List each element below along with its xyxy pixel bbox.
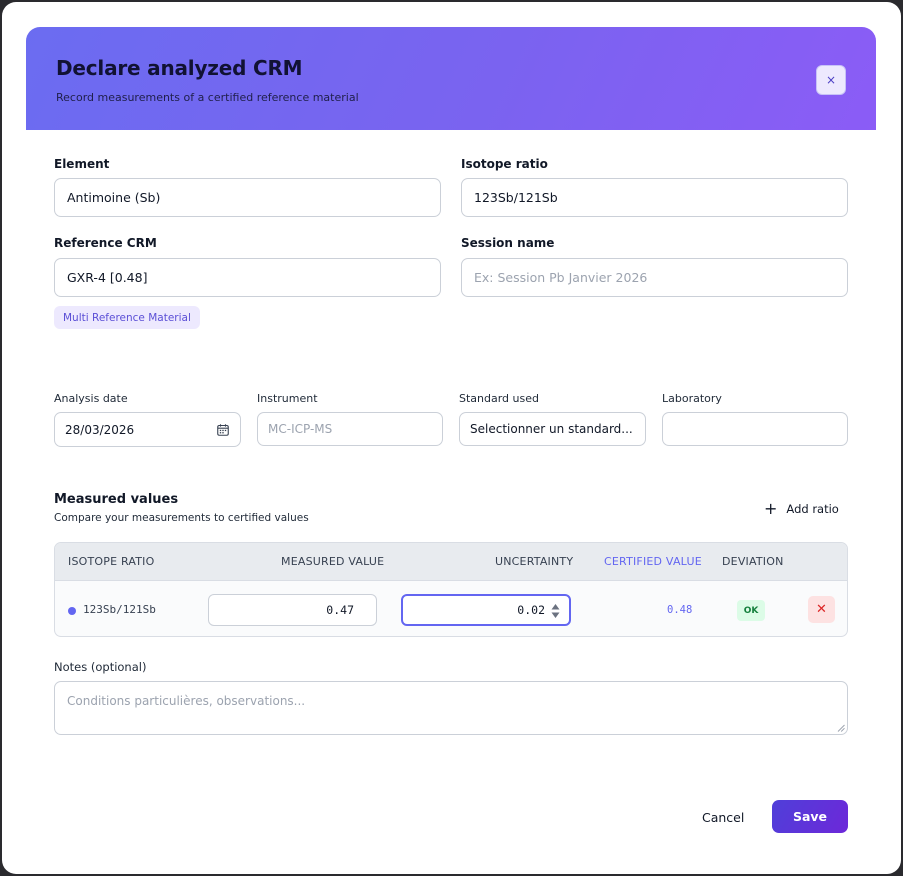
uncertainty-input[interactable]: 0.02 [401,594,571,626]
close-icon: × [825,73,837,87]
session-name-label: Session name [461,236,555,250]
column-header-deviation: DEVIATION [722,555,784,568]
remove-row-button[interactable]: ✕ [808,596,835,623]
table-header: ISOTOPE RATIO MEASURED VALUE UNCERTAINTY… [55,543,847,581]
plus-icon: + [764,499,778,518]
laboratory-input[interactable] [662,412,848,446]
column-header-measured-value: MEASURED VALUE [281,555,385,568]
save-button[interactable]: Save [772,800,848,833]
certified-value: 0.48 [667,604,693,616]
uncertainty-value: 0.02 [517,603,545,617]
column-header-uncertainty: UNCERTAINTY [495,555,574,568]
notes-textarea[interactable]: Conditions particulières, observations..… [54,681,848,735]
measurements-table: ISOTOPE RATIO MEASURED VALUE UNCERTAINTY… [54,542,848,637]
analysis-date-value: 28/03/2026 [65,422,135,437]
crm-dialog: Declare analyzed CRM Record measurements… [2,2,901,874]
calendar-icon[interactable] [217,424,229,436]
reference-crm-label: Reference CRM [54,236,157,250]
isotope-ratio-select[interactable]: 123Sb/121Sb [461,178,848,217]
reference-crm-value: GXR-4 [0.48] [67,270,148,285]
measured-values-subtitle: Compare your measurements to certified v… [54,512,309,524]
standard-used-select[interactable]: Selectionner un standard... [459,412,646,446]
cancel-button[interactable]: Cancel [702,810,744,825]
column-header-certified-value: CERTIFIED VALUE [604,555,702,568]
element-value: Antimoine (Sb) [67,190,161,205]
resize-handle-icon[interactable] [837,724,845,732]
element-select[interactable]: Antimoine (Sb) [54,178,441,217]
dialog-title: Declare analyzed CRM [56,56,303,80]
dialog-header: Declare analyzed CRM Record measurements… [26,27,876,130]
standard-used-label: Standard used [459,392,539,405]
session-name-input[interactable]: Ex: Session Pb Janvier 2026 [461,258,848,297]
close-icon: ✕ [816,602,827,617]
element-label: Element [54,157,110,171]
notes-placeholder: Conditions particulières, observations..… [67,694,306,708]
spinner-arrows-icon[interactable] [551,603,560,619]
measured-value: 0.47 [326,603,354,617]
instrument-placeholder: MC-ICP-MS [268,422,333,436]
ratio-dot-icon [68,607,76,615]
close-button[interactable]: × [816,65,846,95]
analysis-date-input[interactable]: 28/03/2026 [54,412,241,447]
analysis-date-label: Analysis date [54,392,128,405]
dialog-subtitle: Record measurements of a certified refer… [56,91,359,104]
isotope-ratio-value: 123Sb/121Sb [474,190,558,205]
isotope-ratio-label: Isotope ratio [461,157,548,171]
standard-used-value: Selectionner un standard... [470,422,633,436]
add-ratio-button[interactable]: + Add ratio [764,499,839,519]
add-ratio-label: Add ratio [786,502,839,516]
session-name-placeholder: Ex: Session Pb Janvier 2026 [474,270,648,285]
row-isotope-ratio: 123Sb/121Sb [83,603,156,616]
instrument-input[interactable]: MC-ICP-MS [257,412,443,446]
reference-crm-select[interactable]: GXR-4 [0.48] [54,258,441,297]
column-header-isotope-ratio: ISOTOPE RATIO [68,555,155,568]
deviation-status-badge: OK [737,600,765,621]
instrument-label: Instrument [257,392,318,405]
laboratory-label: Laboratory [662,392,722,405]
measured-value-input[interactable]: 0.47 [208,594,377,626]
reference-material-tag: Multi Reference Material [54,306,200,329]
notes-label: Notes (optional) [54,660,147,674]
measured-values-title: Measured values [54,492,179,507]
